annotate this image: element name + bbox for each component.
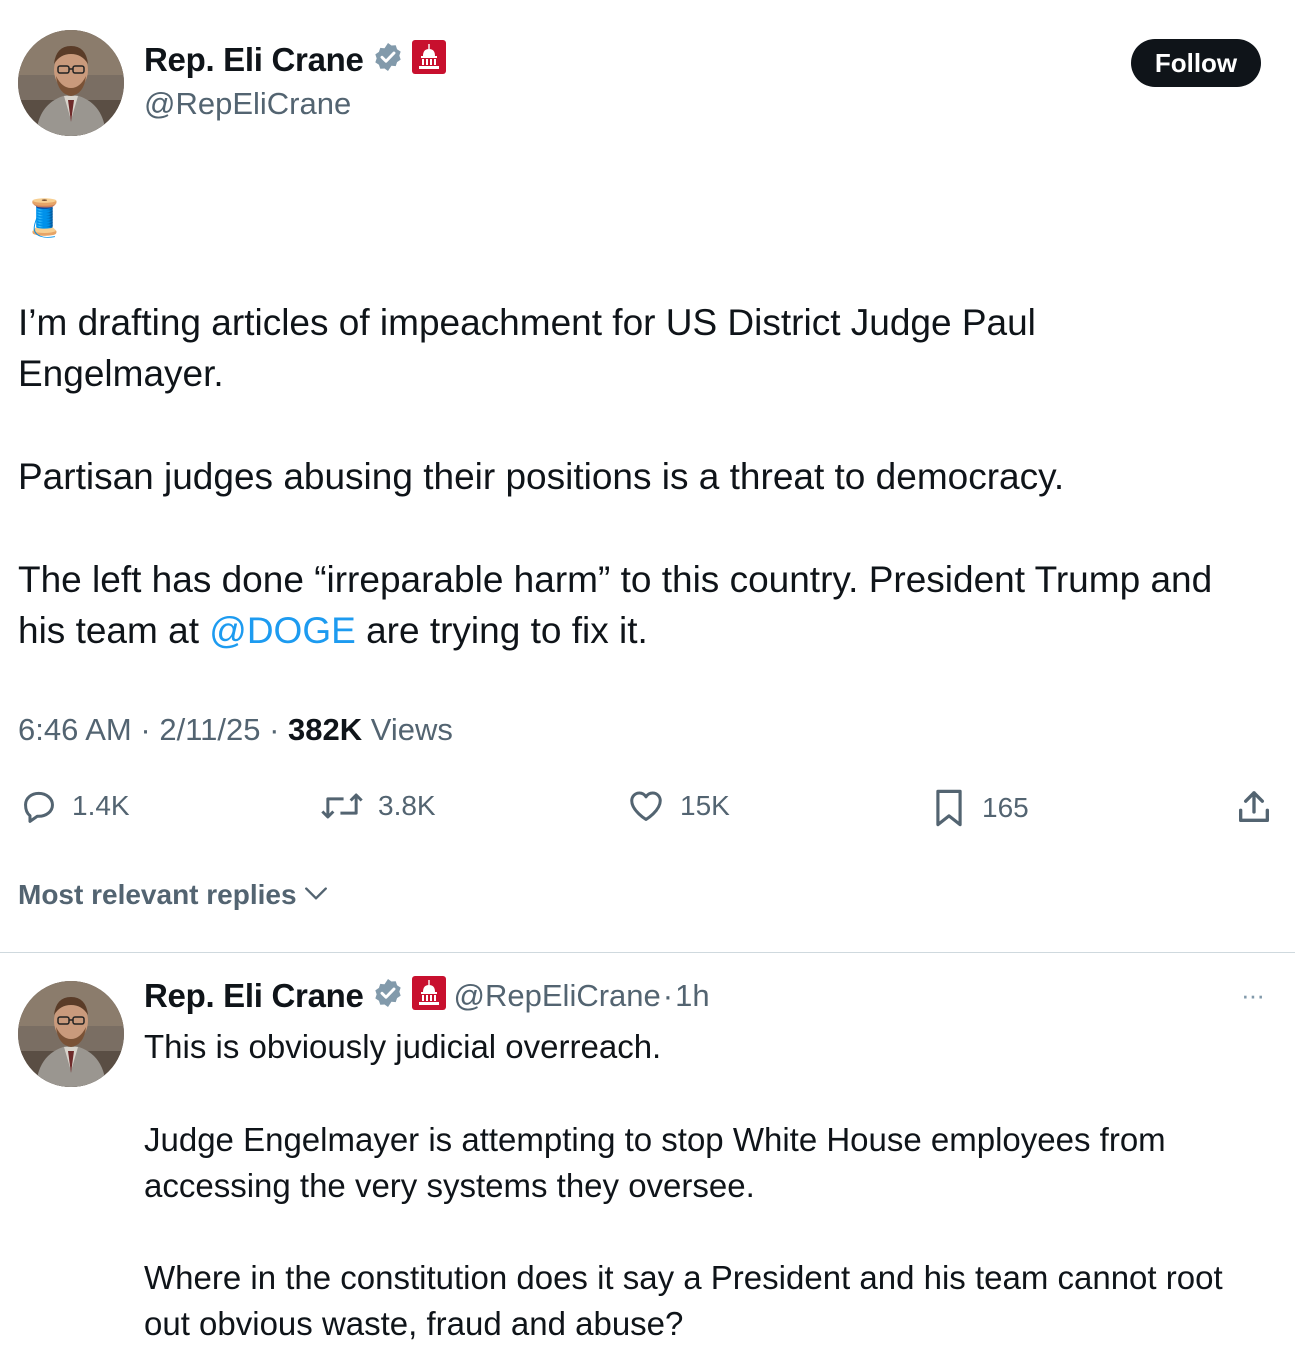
repost-icon [320, 787, 364, 825]
replies-sort-label: Most relevant replies [18, 879, 297, 910]
reply-action[interactable]: 1.4K [20, 787, 130, 825]
tweet-text-suffix: are trying to fix it. [355, 610, 648, 651]
tweet-date[interactable]: 2/11/25 [159, 712, 260, 747]
government-affiliate-icon [411, 40, 446, 79]
meta-separator: · [140, 712, 151, 747]
author-name[interactable]: Rep. Eli Crane [144, 41, 364, 79]
thread-emoji: 🧵 [22, 197, 67, 238]
views-count: 382K [288, 712, 363, 747]
tweet-text-line-5: his team at @DOGE are trying to fix it. [18, 605, 648, 656]
government-affiliate-icon [411, 976, 446, 1015]
bookmark-icon [930, 787, 968, 829]
reply-author-avatar[interactable] [18, 981, 124, 1087]
reply-author-handle[interactable]: @RepEliCrane [454, 978, 661, 1014]
author-handle[interactable]: @RepEliCrane [144, 86, 351, 122]
like-count: 15K [680, 790, 730, 821]
bookmark-action[interactable]: 165 [930, 787, 1029, 829]
replies-sort-dropdown[interactable]: Most relevant replies [18, 879, 329, 911]
verified-badge-icon [372, 41, 404, 78]
tweet-meta: 6:46 AM · 2/11/25 · 382K Views [18, 712, 453, 748]
tweet-text-line-2: Engelmayer. [18, 353, 224, 394]
reply-meta-separator: · [662, 977, 674, 1013]
reply-text-line-5: out obvious waste, fraud and abuse? [144, 1305, 684, 1342]
reply-count: 1.4K [72, 790, 130, 821]
tweet-text-line-1: I’m drafting articles of impeachment for… [18, 302, 1036, 343]
tweet-time[interactable]: 6:46 AM [18, 712, 132, 747]
author-avatar[interactable] [18, 30, 124, 136]
repost-action[interactable]: 3.8K [320, 787, 436, 825]
reply-icon [20, 787, 58, 825]
repost-count: 3.8K [378, 790, 436, 821]
reply-text-line-3: accessing the very systems they oversee. [144, 1167, 755, 1204]
heart-icon [626, 787, 666, 825]
verified-badge-icon [372, 977, 404, 1014]
reply-text-line-2: Judge Engelmayer is attempting to stop W… [144, 1121, 1166, 1158]
tweet-text-line-4: The left has done “irreparable harm” to … [18, 559, 1213, 600]
bookmark-count: 165 [982, 792, 1029, 823]
chevron-down-icon [303, 879, 329, 911]
follow-button[interactable]: Follow [1131, 39, 1261, 87]
doge-mention-link[interactable]: @DOGE [209, 610, 356, 651]
views-label: Views [370, 712, 453, 747]
share-action[interactable] [1234, 787, 1274, 827]
share-icon [1234, 787, 1274, 827]
like-action[interactable]: 15K [626, 787, 730, 825]
reply-timestamp[interactable]: 1h [675, 978, 709, 1014]
reply-header: Rep. Eli Crane @RepEliCrane · 1h [144, 976, 710, 1015]
author-name-row: Rep. Eli Crane [144, 40, 446, 79]
section-divider [0, 952, 1295, 953]
reply-text-line-1: This is obviously judicial overreach. [144, 1028, 662, 1065]
reply-author-name[interactable]: Rep. Eli Crane [144, 977, 364, 1015]
tweet-text-prefix: his team at [18, 610, 210, 651]
more-options-icon[interactable]: ··· [1241, 980, 1265, 1011]
tweet-text-line-3: Partisan judges abusing their positions … [18, 456, 1065, 497]
meta-separator: · [269, 712, 280, 747]
reply-text-line-4: Where in the constitution does it say a … [144, 1259, 1223, 1296]
